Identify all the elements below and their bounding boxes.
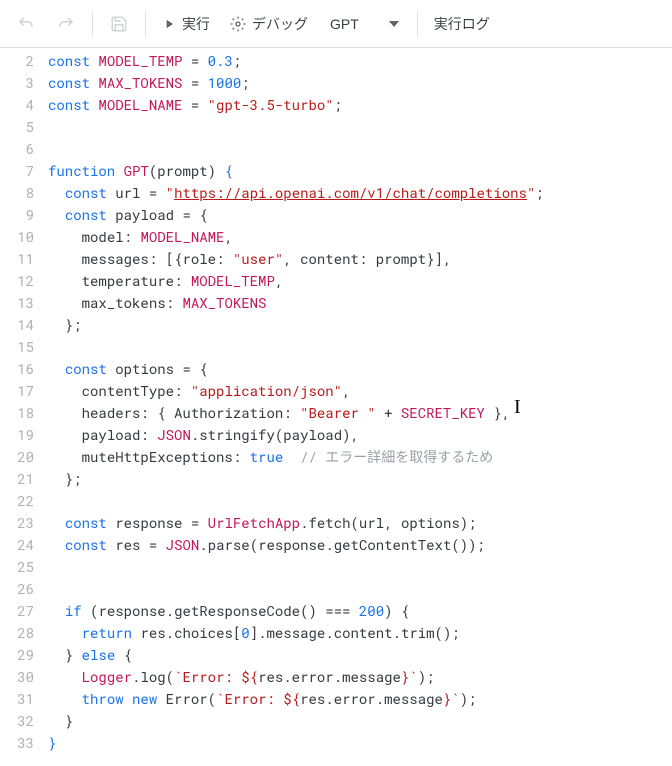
- execution-log-button[interactable]: 実行ログ: [426, 6, 498, 42]
- line-number: 33: [0, 732, 34, 754]
- line-number-gutter: 2345678910111213141516171819202122232425…: [0, 50, 48, 754]
- play-icon: [162, 17, 176, 31]
- text-cursor-icon: I: [514, 396, 521, 418]
- line-number: 9: [0, 204, 34, 226]
- code-editor[interactable]: 2345678910111213141516171819202122232425…: [0, 48, 672, 754]
- run-button[interactable]: 実行: [154, 6, 218, 42]
- line-number: 16: [0, 358, 34, 380]
- line-number: 25: [0, 556, 34, 578]
- line-number: 32: [0, 710, 34, 732]
- line-number: 26: [0, 578, 34, 600]
- line-number: 28: [0, 622, 34, 644]
- run-label: 実行: [182, 14, 210, 34]
- line-number: 7: [0, 160, 34, 182]
- line-number: 6: [0, 138, 34, 160]
- line-number: 5: [0, 116, 34, 138]
- redo-button[interactable]: [48, 6, 84, 42]
- line-number: 2: [0, 50, 34, 72]
- function-select-value: GPT: [330, 16, 359, 32]
- line-number: 15: [0, 336, 34, 358]
- line-number: 13: [0, 292, 34, 314]
- line-number: 12: [0, 270, 34, 292]
- line-number: 18: [0, 402, 34, 424]
- redo-icon: [57, 15, 75, 33]
- line-number: 14: [0, 314, 34, 336]
- function-select[interactable]: GPT: [320, 6, 409, 42]
- divider: [92, 12, 93, 36]
- save-button[interactable]: [101, 6, 137, 42]
- line-number: 22: [0, 490, 34, 512]
- line-number: 30: [0, 666, 34, 688]
- line-number: 27: [0, 600, 34, 622]
- line-number: 23: [0, 512, 34, 534]
- line-number: 3: [0, 72, 34, 94]
- chevron-down-icon: [389, 21, 399, 27]
- code-area[interactable]: I const MODEL_TEMP = 0.3; const MAX_TOKE…: [48, 50, 672, 754]
- line-number: 8: [0, 182, 34, 204]
- undo-icon: [17, 15, 35, 33]
- line-number: 19: [0, 424, 34, 446]
- save-icon: [110, 15, 128, 33]
- divider: [145, 12, 146, 36]
- divider: [417, 12, 418, 36]
- execution-log-label: 実行ログ: [434, 14, 490, 34]
- line-number: 31: [0, 688, 34, 710]
- line-number: 20: [0, 446, 34, 468]
- line-number: 17: [0, 380, 34, 402]
- line-number: 4: [0, 94, 34, 116]
- toolbar: 実行 デバッグ GPT 実行ログ: [0, 0, 672, 48]
- line-number: 21: [0, 468, 34, 490]
- line-number: 24: [0, 534, 34, 556]
- undo-button[interactable]: [8, 6, 44, 42]
- debug-label: デバッグ: [252, 14, 308, 34]
- debug-button[interactable]: デバッグ: [222, 6, 316, 42]
- debug-icon: [230, 16, 246, 32]
- line-number: 11: [0, 248, 34, 270]
- line-number: 29: [0, 644, 34, 666]
- line-number: 10: [0, 226, 34, 248]
